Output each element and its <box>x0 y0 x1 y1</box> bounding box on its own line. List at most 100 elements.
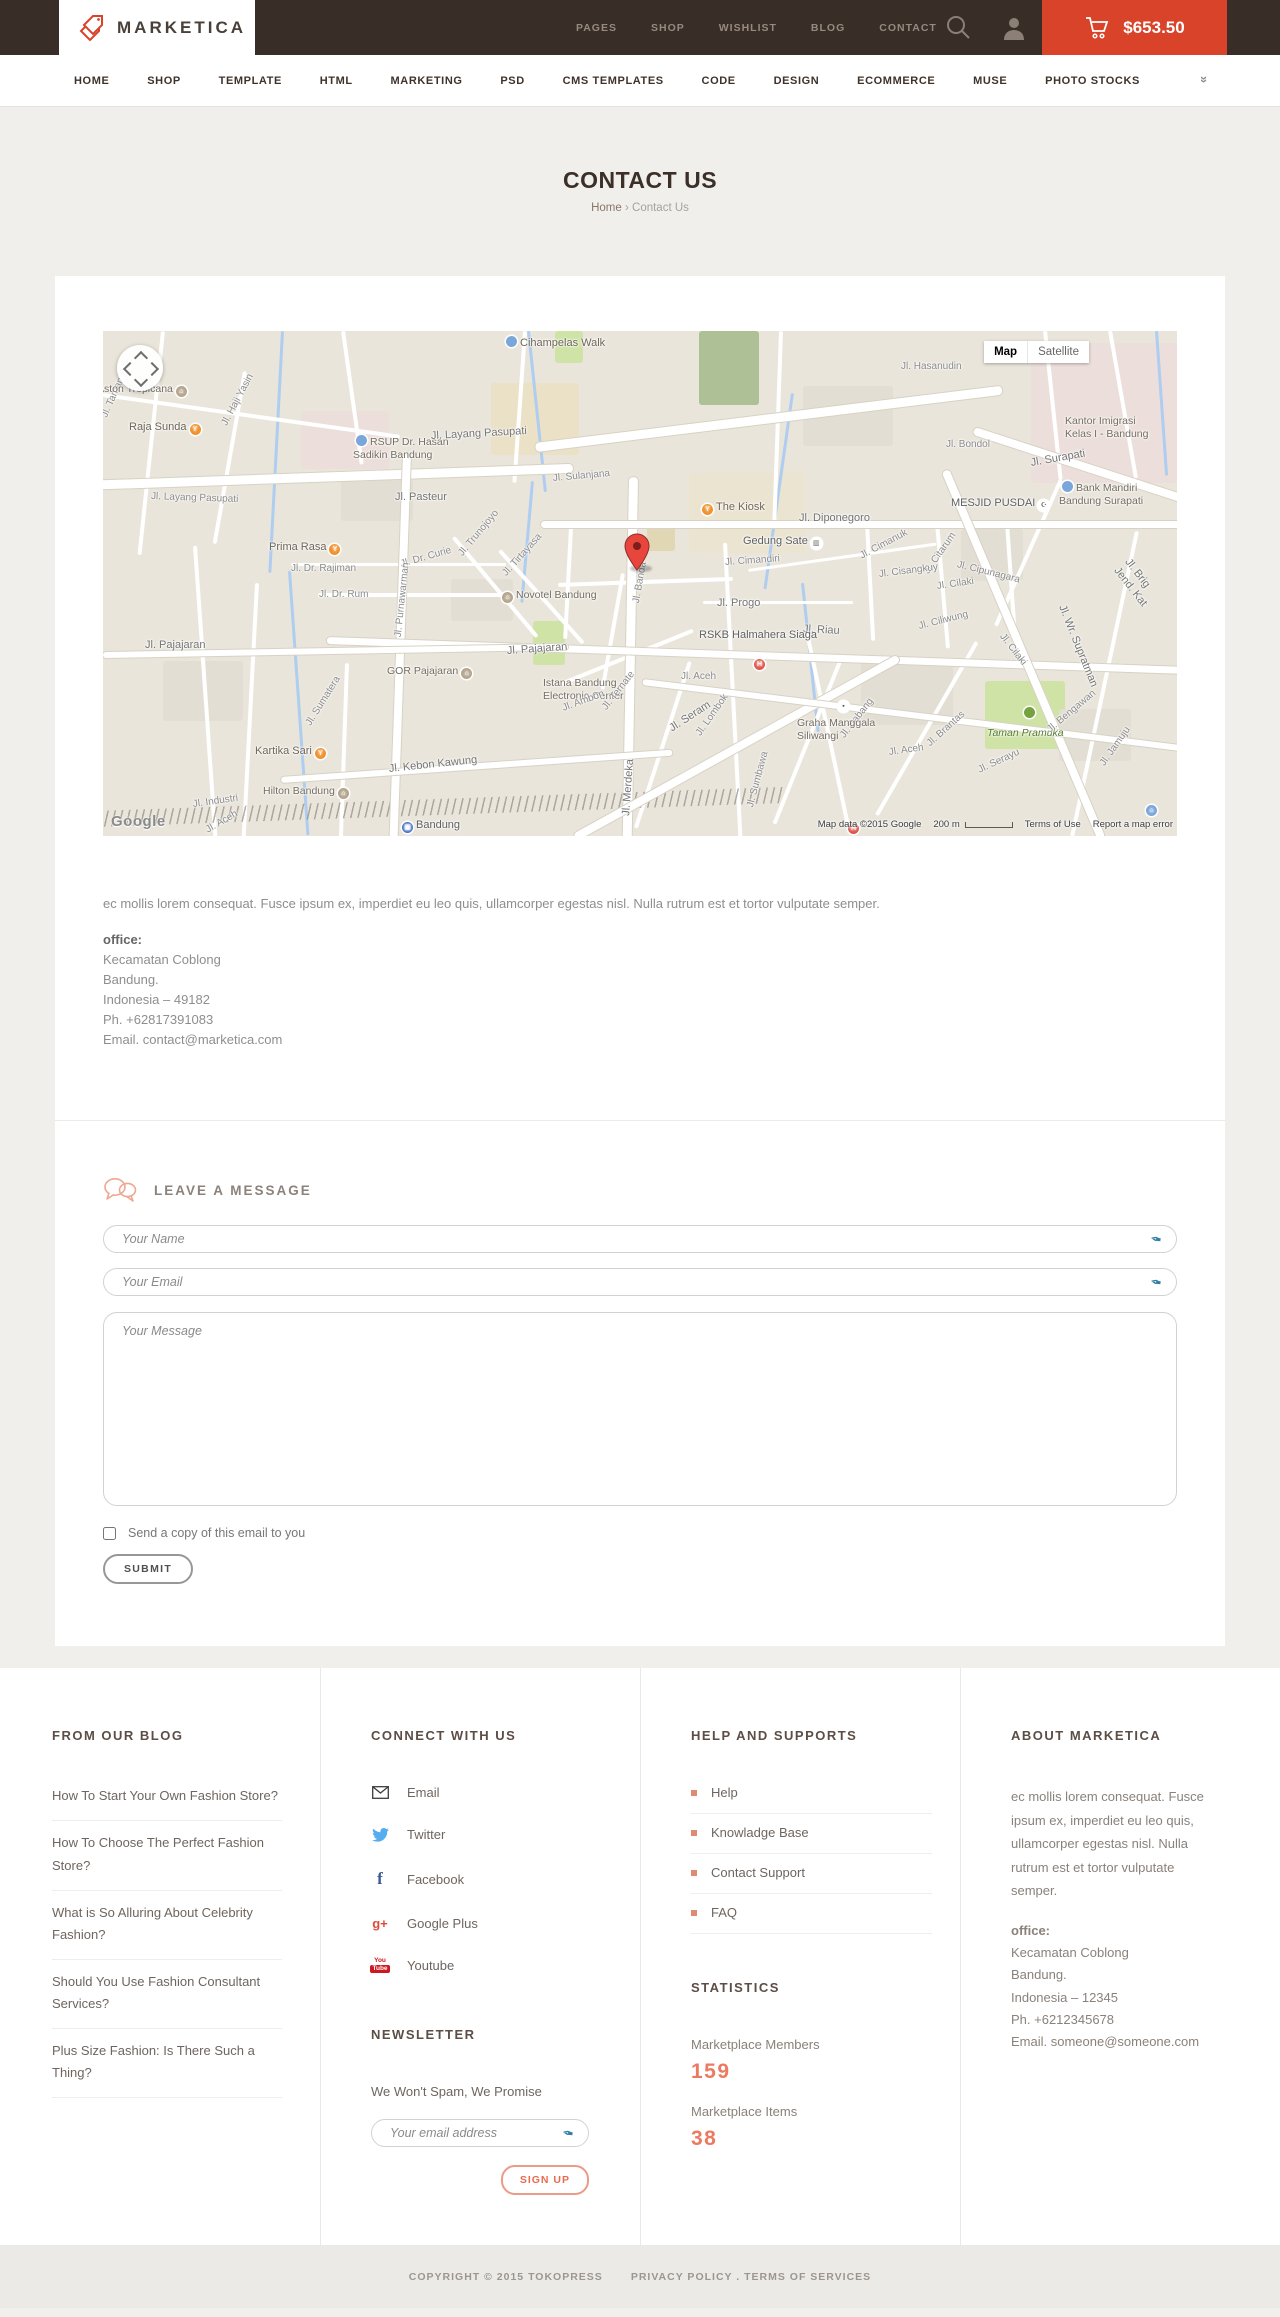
category-nav-item[interactable]: SHOP <box>147 75 181 87</box>
cart-button[interactable]: $653.50 <box>1042 0 1227 55</box>
help-link[interactable]: FAQ <box>691 1894 932 1935</box>
submit-button[interactable]: SUBMIT <box>103 1554 194 1585</box>
top-nav-item[interactable]: PAGES <box>576 22 617 34</box>
help-link[interactable]: Contact Support <box>691 1854 932 1895</box>
help-link[interactable]: Knowladge Base <box>691 1814 932 1855</box>
pan-up-icon[interactable] <box>133 350 149 366</box>
chevron-down-icon[interactable]: » <box>1197 76 1212 83</box>
top-nav-item[interactable]: WISHLIST <box>719 22 777 34</box>
stat-label: Marketplace Items <box>691 2104 798 2120</box>
map-poi-icon: ▥ <box>810 538 822 549</box>
category-nav-item[interactable]: TEMPLATE <box>219 75 282 87</box>
google-map[interactable]: Map Satellite Google Map data ©2015 Goog… <box>103 331 1177 836</box>
google-logo[interactable]: Google <box>111 813 166 830</box>
brand-logo[interactable]: MARKETICA <box>59 0 255 55</box>
top-nav-item[interactable]: SHOP <box>651 22 685 34</box>
map-area-patch <box>699 331 759 405</box>
cart-total: $653.50 <box>1123 17 1185 37</box>
blog-post-link[interactable]: How To Start Your Own Fashion Store? <box>52 1785 282 1822</box>
category-nav-item[interactable]: HOME <box>74 75 109 87</box>
newsletter-tagline: We Won't Spam, We Promise <box>371 2084 542 2100</box>
category-nav-item[interactable]: DESIGN <box>774 75 820 87</box>
square-bullet-icon <box>691 1909 697 1916</box>
map-label: Jl. Bondol <box>946 439 990 450</box>
map-label: Y The Kiosk <box>699 501 765 515</box>
category-nav: HOME SHOP TEMPLATE HTML MARKETING PSD CMS TEMP… <box>0 55 1280 107</box>
signup-button[interactable]: SIGN UP <box>500 2165 589 2196</box>
map-poi-icon <box>356 435 367 446</box>
email-input[interactable] <box>103 1268 1177 1297</box>
leave-message-heading: LEAVE A MESSAGE <box>154 1182 312 1198</box>
blog-post-link[interactable]: What is So Alluring About Celebrity Fash… <box>52 1891 282 1960</box>
social-link-youtube[interactable]: You Tube Youtube <box>370 1958 612 1974</box>
send-copy-checkbox[interactable] <box>103 1526 116 1540</box>
map-poi-icon <box>1062 481 1073 492</box>
category-nav-item[interactable]: CMS TEMPLATES <box>563 75 664 87</box>
pan-down-icon[interactable] <box>133 372 149 388</box>
map-label: RSKB Halmahera Siaga <box>699 629 818 641</box>
site-header: MARKETICA PAGES SHOP WISHLIST BLOG CONTACT $… <box>0 0 1280 55</box>
social-link-google-plus[interactable]: g+ Google Plus <box>371 1916 612 1931</box>
category-nav-item[interactable]: PSD <box>500 75 524 87</box>
pan-left-icon[interactable] <box>122 361 138 377</box>
page-title: CONTACT US <box>562 167 718 193</box>
name-input[interactable] <box>103 1225 1177 1254</box>
newsletter-block: NEWSLETTER We Won't Spam, We Promise ✒ S… <box>371 2027 589 2196</box>
map-button[interactable]: Map <box>984 341 1028 363</box>
map-label: GOR Pajajaran ⌂ <box>387 665 475 679</box>
map-poi-icon: Y <box>314 748 326 759</box>
connect-link-list: Email Twitter f Facebook g+ Google Plus You Tub… <box>370 1785 612 1974</box>
category-nav-item[interactable]: ECOMMERCE <box>857 75 935 87</box>
message-textarea[interactable] <box>103 1312 1177 1507</box>
social-link-label: Google Plus <box>407 1916 478 1932</box>
privacy-policy-link[interactable]: PRIVACY POLICY <box>631 2271 733 2283</box>
top-nav-item[interactable]: CONTACT <box>879 22 937 34</box>
category-nav-item[interactable]: PHOTO STOCKS <box>1045 75 1140 87</box>
map-label: Jl. Pajajaran <box>145 639 206 651</box>
terms-of-services-link[interactable]: TERMS OF SERVICES <box>744 2271 871 2283</box>
help-link[interactable]: Help <box>691 1785 932 1815</box>
office-address-line: Kecamatan Coblong <box>103 951 221 967</box>
social-link-twitter[interactable]: Twitter <box>371 1827 612 1842</box>
map-label: Jl. Dr. Rajiman <box>291 563 357 574</box>
search-icon[interactable] <box>944 13 972 46</box>
social-link-facebook[interactable]: f Facebook <box>371 1869 612 1889</box>
map-pan-control[interactable] <box>117 345 163 391</box>
map-label: Kartika Sari Y <box>255 745 329 759</box>
breadcrumb: Home › Contact Us <box>0 202 1280 214</box>
blog-post-link[interactable]: How To Choose The Perfect Fashion Store? <box>52 1821 282 1891</box>
blog-post-link[interactable]: Should You Use Fashion Consultant Servic… <box>52 1960 282 2029</box>
about-heading: ABOUT MARKETICA <box>1011 1728 1162 1744</box>
report-map-error-link[interactable]: Report a map error <box>1093 819 1173 830</box>
category-nav-list: HOME SHOP TEMPLATE HTML MARKETING PSD CMS TEMP… <box>74 55 1140 106</box>
breadcrumb-home[interactable]: Home <box>591 202 622 214</box>
breadcrumb-separator: › <box>624 202 629 214</box>
stat-label: Marketplace Members <box>691 2037 820 2053</box>
map-label: Jl. Trunojoyo <box>456 507 502 559</box>
newsletter-email-input[interactable] <box>371 2119 589 2148</box>
category-nav-item[interactable]: MARKETING <box>391 75 463 87</box>
pan-right-icon[interactable] <box>144 361 160 377</box>
map-label: H <box>751 657 768 670</box>
map-label: ▪ <box>835 699 852 712</box>
terms-of-use-link[interactable]: Terms of Use <box>1025 819 1081 830</box>
social-link-email[interactable]: Email <box>371 1785 612 1800</box>
category-nav-item[interactable]: MUSE <box>973 75 1007 87</box>
office-label: office: <box>103 931 142 947</box>
map-label: ⌂ <box>1143 803 1160 816</box>
category-nav-item[interactable]: HTML <box>320 75 353 87</box>
top-nav-item[interactable]: BLOG <box>811 22 845 34</box>
blog-post-link[interactable]: Plus Size Fashion: Is There Such a Thing… <box>52 2029 282 2099</box>
about-address-line: Kecamatan Coblong <box>1011 1945 1129 1961</box>
map-label: Jl. Serayu <box>976 746 1022 776</box>
map-poi-icon: Y <box>189 424 201 435</box>
satellite-button[interactable]: Satellite <box>1027 341 1089 363</box>
map-marker-pin[interactable] <box>624 533 650 571</box>
category-nav-item[interactable]: CODE <box>702 75 736 87</box>
user-icon[interactable] <box>1001 15 1027 46</box>
map-label: Jl. Hasanudin <box>901 361 962 372</box>
map-label: Kantor Imigrasi Kelas I - Bandung <box>1065 415 1149 441</box>
facebook-icon: f <box>377 1869 383 1889</box>
map-river <box>268 331 284 573</box>
chat-bubbles-icon <box>104 1178 137 1203</box>
